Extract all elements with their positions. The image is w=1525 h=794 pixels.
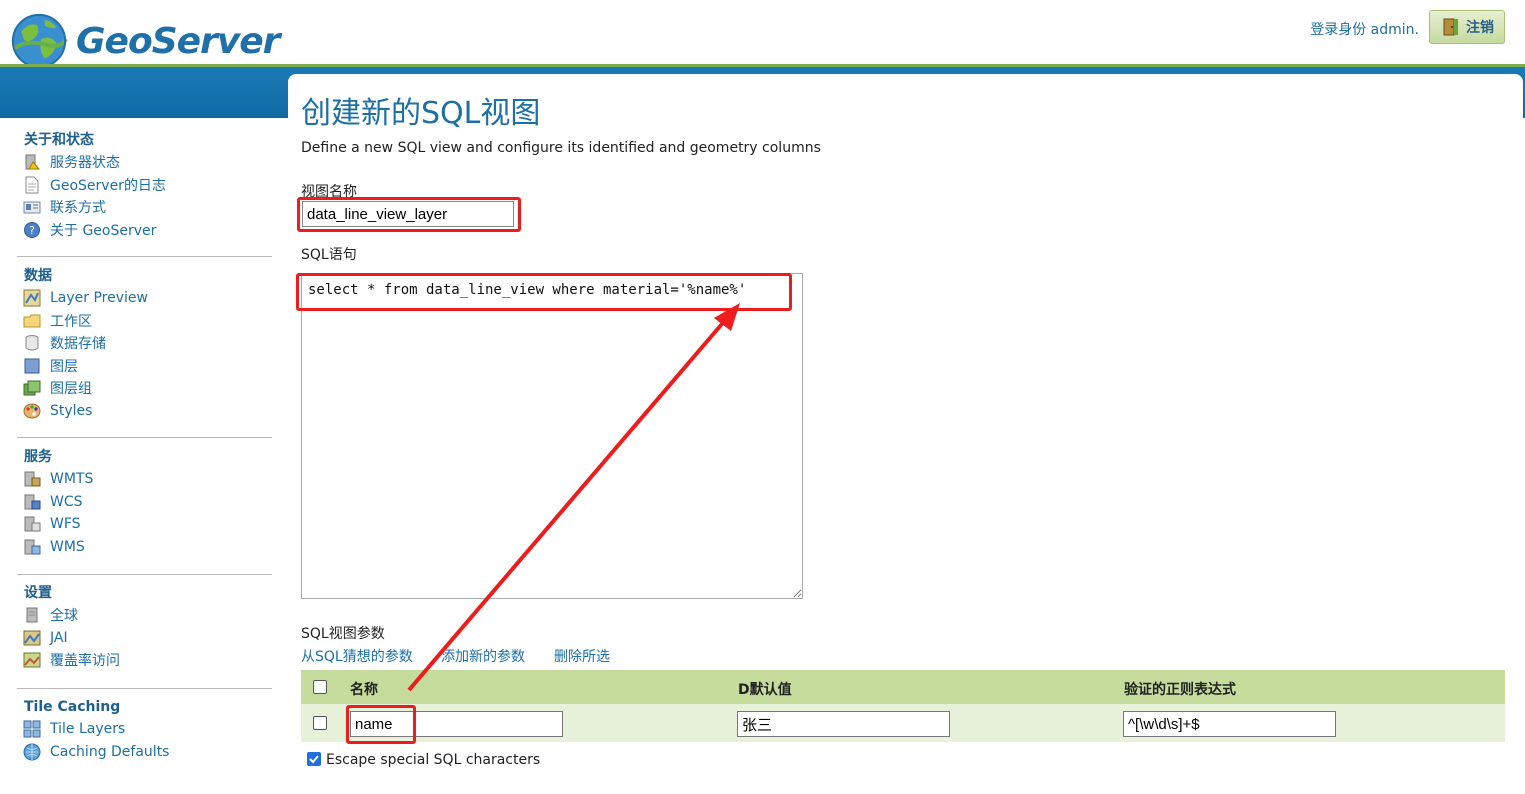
sql-textarea[interactable]: select * from data_line_view where mater… (301, 273, 803, 599)
logout-label: 注销 (1466, 20, 1494, 36)
params-table-header: 名称 D默认值 验证的正则表达式 (301, 670, 1505, 704)
sidebar-section-settings: 设置 全球 JAI 覆盖率访问 (17, 582, 272, 672)
logo-text: GeoServer (76, 20, 280, 62)
about-help-icon: ? (24, 221, 40, 238)
column-header-default: D默认值 (738, 682, 792, 698)
sql-params-label: SQL视图参数 (301, 626, 385, 642)
sidebar-item-wcs[interactable]: WCS (17, 491, 272, 514)
select-all-checkbox[interactable] (313, 680, 327, 694)
sidebar-section-data: 数据 Layer Preview 工作区 数据存储 图层 图层组 Styles (17, 265, 272, 422)
table-row (301, 704, 1505, 742)
sidebar-item-wmts[interactable]: WMTS (17, 468, 272, 491)
server-status-icon (25, 154, 41, 170)
sidebar-item-layer-groups[interactable]: 图层组 (17, 377, 272, 400)
sidebar-section-title: 关于和状态 (24, 132, 94, 148)
sidebar-section-services: 服务 WMTS WCS WFS WMS (17, 446, 272, 558)
sidebar-item-caching-defaults[interactable]: Caching Defaults (17, 741, 272, 764)
param-default-input[interactable] (737, 711, 950, 737)
checkmark-icon (309, 755, 319, 764)
sidebar-section-tile-caching: Tile Caching Tile Layers Caching Default… (17, 696, 272, 763)
sql-label: SQL语句 (301, 247, 357, 263)
sidebar-item-tile-layers[interactable]: Tile Layers (17, 718, 272, 741)
palette-icon (23, 403, 41, 419)
param-regex-input[interactable] (1123, 711, 1336, 737)
sidebar-item-global[interactable]: 全球 (17, 604, 272, 627)
sidebar-section-about: 关于和状态 服务器状态 GeoServer的日志 联系方式 ? 关于 GeoSe… (17, 129, 272, 241)
row-select-checkbox[interactable] (313, 716, 327, 730)
jai-icon (23, 630, 41, 646)
sidebar-divider (17, 256, 272, 257)
wcs-service-icon (24, 494, 41, 510)
delete-selected-link[interactable]: 删除所选 (554, 646, 610, 666)
escape-sql-label: Escape special SQL characters (326, 752, 541, 768)
sidebar-section-title: 设置 (24, 585, 52, 601)
sidebar: 关于和状态 服务器状态 GeoServer的日志 联系方式 ? 关于 GeoSe… (0, 118, 290, 774)
view-name-input[interactable] (302, 201, 514, 227)
sidebar-item-layer-preview[interactable]: Layer Preview (17, 287, 272, 310)
escape-sql-checkbox[interactable] (307, 752, 321, 766)
column-header-name: 名称 (350, 682, 378, 698)
svg-text:?: ? (29, 224, 35, 237)
door-exit-icon (1443, 18, 1458, 36)
folder-icon (23, 314, 41, 328)
globe-icon (11, 13, 68, 69)
sidebar-item-about[interactable]: ? 关于 GeoServer (17, 219, 272, 242)
sidebar-item-wfs[interactable]: WFS (17, 513, 272, 536)
layer-group-icon (23, 380, 41, 396)
page-title: 创建新的SQL视图 (301, 96, 541, 131)
sidebar-divider (17, 574, 272, 575)
database-icon (25, 335, 39, 351)
wms-service-icon (24, 539, 41, 555)
layer-icon (24, 358, 40, 374)
sidebar-item-contact[interactable]: 联系方式 (17, 196, 272, 219)
layer-preview-icon (23, 289, 41, 307)
contact-card-icon (23, 201, 41, 214)
sidebar-item-log[interactable]: GeoServer的日志 (17, 174, 272, 197)
sidebar-item-stores[interactable]: 数据存储 (17, 332, 272, 355)
wfs-service-icon (24, 516, 41, 532)
page-description: Define a new SQL view and configure its … (301, 140, 821, 156)
sidebar-item-wms[interactable]: WMS (17, 536, 272, 559)
sidebar-section-title: 服务 (24, 449, 52, 465)
logout-button[interactable]: 注销 (1429, 10, 1505, 44)
header: GeoServer 登录身份 admin. 注销 (0, 0, 1525, 69)
guess-params-link[interactable]: 从SQL猜想的参数 (301, 646, 413, 666)
sidebar-divider (17, 437, 272, 438)
view-name-label: 视图名称 (301, 184, 357, 200)
global-settings-icon (26, 607, 38, 623)
geoserver-logo[interactable]: GeoServer (8, 10, 280, 72)
tile-layers-icon (23, 720, 41, 738)
column-header-regex: 验证的正则表达式 (1124, 682, 1236, 698)
login-info: 登录身份 admin. (1310, 22, 1419, 38)
coverage-access-icon (23, 652, 41, 668)
sidebar-item-workspaces[interactable]: 工作区 (17, 310, 272, 333)
sidebar-divider (17, 688, 272, 689)
sidebar-item-coverage-access[interactable]: 覆盖率访问 (17, 649, 272, 672)
sidebar-item-layers[interactable]: 图层 (17, 355, 272, 378)
add-param-link[interactable]: 添加新的参数 (441, 646, 525, 666)
sidebar-item-styles[interactable]: Styles (17, 400, 272, 423)
sidebar-section-title: Tile Caching (24, 699, 121, 715)
main-content: 创建新的SQL视图 Define a new SQL view and conf… (288, 74, 1523, 794)
caching-defaults-icon (23, 743, 41, 761)
sidebar-item-server-status[interactable]: 服务器状态 (17, 151, 272, 174)
log-document-icon (25, 176, 39, 194)
wmts-service-icon (24, 471, 41, 487)
sidebar-item-jai[interactable]: JAI (17, 627, 272, 650)
param-name-input[interactable] (350, 711, 563, 737)
sidebar-section-title: 数据 (24, 268, 52, 284)
